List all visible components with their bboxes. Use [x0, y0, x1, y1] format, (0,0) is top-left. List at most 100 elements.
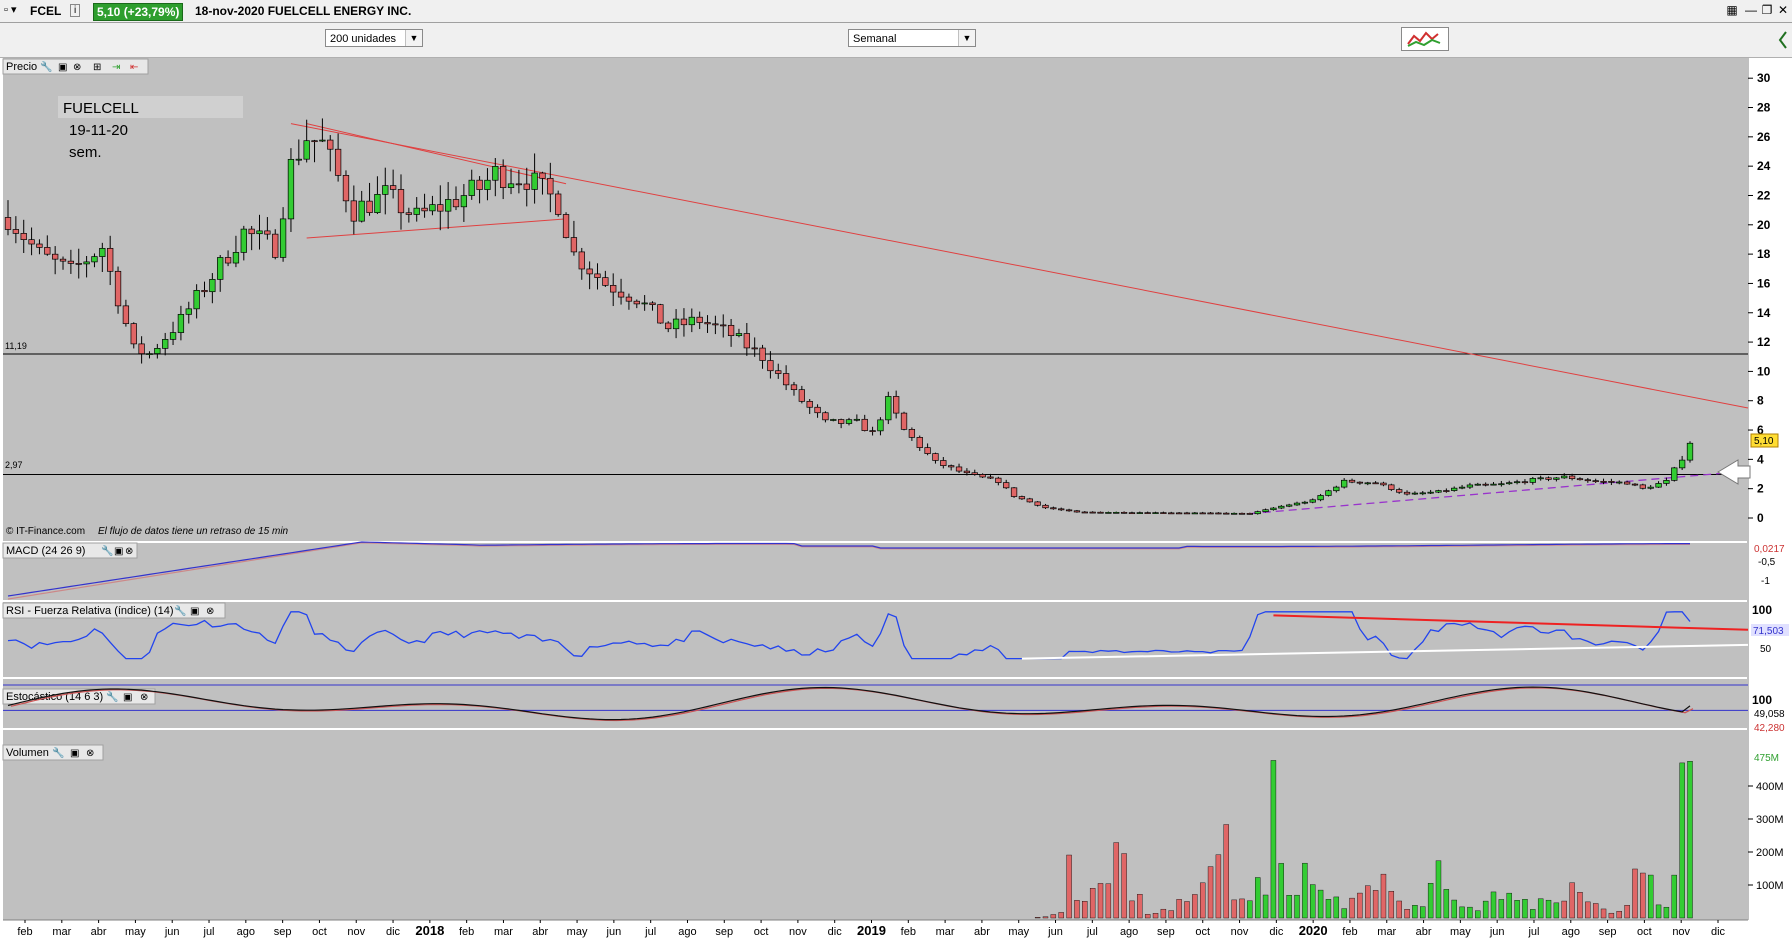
volume-bar[interactable]	[1443, 889, 1450, 919]
candle-body[interactable]	[720, 324, 727, 327]
candle-body[interactable]	[814, 406, 821, 414]
candle-body[interactable]	[1537, 477, 1544, 480]
candle-body[interactable]	[1427, 491, 1434, 494]
candle-body[interactable]	[1207, 512, 1214, 515]
volume-bar[interactable]	[1467, 906, 1473, 919]
volume-bar[interactable]	[1058, 912, 1064, 919]
units-select[interactable]: 200 unidades ▼	[325, 29, 423, 47]
candle-body[interactable]	[185, 308, 192, 315]
candle-body[interactable]	[1435, 490, 1442, 493]
close-icon[interactable]: ⊗	[125, 546, 133, 557]
candle-body[interactable]	[767, 360, 774, 372]
candle-body[interactable]	[861, 418, 868, 431]
candle-body[interactable]	[1639, 484, 1646, 489]
candle-body[interactable]	[1034, 501, 1041, 506]
volume-bar[interactable]	[1286, 895, 1292, 919]
volume-bar[interactable]	[1482, 900, 1489, 919]
candle-body[interactable]	[1223, 512, 1230, 515]
candle-body[interactable]	[680, 318, 688, 326]
candle-body[interactable]	[610, 285, 617, 293]
volume-bar[interactable]	[1365, 885, 1371, 919]
candle-body[interactable]	[232, 252, 240, 264]
volume-bar[interactable]	[1341, 908, 1347, 919]
candle-body[interactable]	[523, 183, 530, 190]
candle-body[interactable]	[287, 159, 295, 220]
volume-bar[interactable]	[1042, 916, 1049, 919]
candle-body[interactable]	[1443, 490, 1450, 492]
wrench-icon[interactable]: 🔧	[174, 604, 186, 617]
volume-bar[interactable]	[1372, 890, 1379, 919]
candle-body[interactable]	[1403, 491, 1411, 495]
candle-body[interactable]	[1458, 486, 1466, 489]
volume-bar[interactable]	[1176, 899, 1182, 919]
candle-body[interactable]	[1089, 511, 1096, 514]
sidebar-toggle-icon[interactable]	[1776, 28, 1790, 52]
copyright-text[interactable]: © IT-Finance.com	[6, 526, 85, 537]
candle-body[interactable]	[586, 268, 593, 275]
candle-body[interactable]	[790, 384, 798, 391]
volume-bar[interactable]	[1514, 900, 1520, 919]
candle-body[interactable]	[460, 195, 468, 208]
candle-body[interactable]	[1136, 512, 1143, 514]
candle-body[interactable]	[1333, 486, 1340, 492]
wrench-icon[interactable]: 🔧	[40, 60, 52, 73]
volume-bar[interactable]	[1097, 883, 1104, 919]
candle-body[interactable]	[1010, 487, 1018, 497]
volume-bar[interactable]	[1459, 906, 1465, 919]
candle-body[interactable]	[1003, 482, 1010, 489]
candle-body[interactable]	[1230, 512, 1238, 515]
volume-bar[interactable]	[1152, 913, 1159, 919]
volume-bar[interactable]	[1687, 761, 1693, 919]
volume-bar[interactable]	[1294, 894, 1300, 919]
wrench-icon[interactable]: 🔧	[52, 746, 64, 759]
restore-icon[interactable]: ❐	[1760, 3, 1774, 17]
candle-body[interactable]	[421, 207, 428, 212]
candle-body[interactable]	[1686, 442, 1694, 461]
candle-body[interactable]	[1309, 499, 1316, 503]
volume-bar[interactable]	[1412, 905, 1418, 919]
candle-body[interactable]	[122, 305, 130, 324]
candle-body[interactable]	[107, 247, 114, 272]
candle-body[interactable]	[1678, 459, 1686, 469]
volume-bar[interactable]	[1113, 842, 1119, 919]
volume-bar[interactable]	[1655, 904, 1662, 919]
volume-bar[interactable]	[1144, 914, 1151, 919]
candle-body[interactable]	[429, 204, 436, 212]
volume-bar[interactable]	[1404, 909, 1410, 919]
candle-body[interactable]	[782, 373, 790, 386]
candle-body[interactable]	[1474, 483, 1481, 486]
volume-bar[interactable]	[1184, 901, 1190, 919]
candle-body[interactable]	[389, 185, 397, 190]
candle-body[interactable]	[476, 179, 483, 190]
volume-bar[interactable]	[1663, 906, 1670, 919]
candle-body[interactable]	[971, 472, 978, 475]
candle-body[interactable]	[36, 243, 43, 248]
candle-body[interactable]	[743, 333, 750, 349]
candle-body[interactable]	[1608, 481, 1615, 483]
candle-body[interactable]	[374, 194, 381, 213]
candle-body[interactable]	[1065, 509, 1073, 512]
candle-body[interactable]	[539, 172, 546, 179]
wrench-icon[interactable]: 🔧	[101, 544, 113, 557]
candle-body[interactable]	[1521, 481, 1529, 484]
volume-bar[interactable]	[1129, 900, 1135, 919]
candle-body[interactable]	[877, 419, 884, 432]
candle-body[interactable]	[154, 348, 161, 354]
volume-bar[interactable]	[1310, 884, 1316, 919]
volume-bar[interactable]	[1569, 882, 1575, 919]
candle-body[interactable]	[1073, 510, 1081, 513]
candle-body[interactable]	[12, 229, 20, 234]
remove-icon[interactable]: ⇤	[130, 62, 138, 73]
volume-bar[interactable]	[1475, 910, 1481, 919]
candle-body[interactable]	[712, 323, 719, 326]
candle-body[interactable]	[1584, 479, 1591, 482]
candle-body[interactable]	[397, 189, 405, 214]
volume-bar[interactable]	[1608, 912, 1615, 919]
candle-body[interactable]	[1058, 508, 1065, 511]
candle-body[interactable]	[334, 148, 342, 176]
candle-body[interactable]	[1623, 481, 1631, 485]
candle-body[interactable]	[665, 322, 672, 330]
candle-body[interactable]	[444, 199, 452, 212]
volume-bar[interactable]	[1561, 900, 1567, 919]
candle-body[interactable]	[963, 470, 971, 474]
